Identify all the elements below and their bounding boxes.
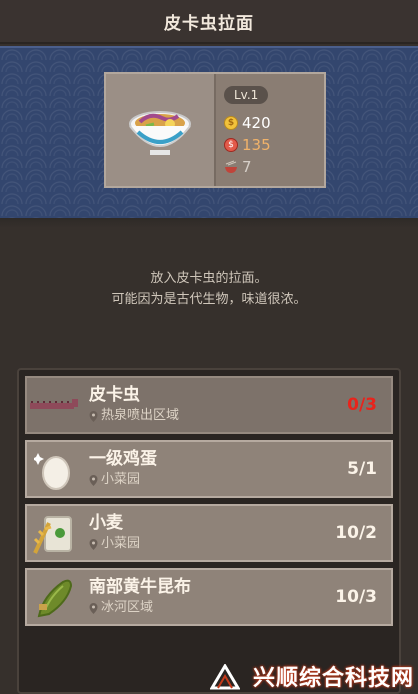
ingredient-name: 皮卡虫: [89, 385, 140, 405]
ingredient-name: 南部黄牛昆布: [89, 577, 191, 597]
watermark-text: 兴顺综合科技网: [252, 666, 414, 691]
ingredient-location: 小菜园: [89, 470, 321, 490]
ingredient-count: 10/2: [335, 523, 377, 543]
location-pin-icon: [89, 474, 98, 486]
time-value: 7: [242, 158, 252, 176]
ingredient-count: 0/3: [347, 395, 377, 415]
location-pin-icon: [89, 602, 98, 614]
kelp-icon: [27, 570, 81, 624]
gold-value: 420: [242, 114, 271, 132]
recipe-card: Lv.1 $ 420 $ 135 7: [104, 72, 326, 188]
location-pin-icon: [89, 410, 98, 422]
description-line-2: 可能因为是古代生物，味道很浓。: [111, 292, 307, 307]
recipe-stats: Lv.1 $ 420 $ 135 7: [216, 74, 324, 186]
egg-icon: [27, 442, 81, 496]
time-stat: 7: [224, 156, 324, 178]
worm-icon: [27, 378, 81, 432]
price-stat: $ 135: [224, 134, 324, 156]
wheat-bag-icon: [27, 506, 81, 560]
ingredient-location-text: 小菜园: [101, 472, 141, 487]
ingredient-location: 冰河区域: [89, 598, 321, 618]
ingredient-location: 热泉喷出区域: [89, 406, 321, 426]
ingredient-location: 小菜园: [89, 534, 321, 554]
level-badge: Lv.1: [224, 86, 269, 104]
ingredient-count: 10/3: [335, 587, 377, 607]
ingredient-name: 小麦: [89, 513, 123, 533]
ingredient-location-text: 小菜园: [101, 536, 141, 551]
location-pin-icon: [89, 538, 98, 550]
ingredient-name: 一级鸡蛋: [89, 449, 157, 469]
ingredient-row-wheat[interactable]: 小麦 小菜园 10/2: [25, 504, 393, 562]
page-title: 皮卡虫拉面: [164, 13, 254, 34]
ingredient-location-text: 热泉喷出区域: [101, 408, 180, 423]
recipe-description: 放入皮卡虫的拉面。 可能因为是古代生物，味道很浓。: [0, 268, 418, 310]
coin-icon: $: [224, 116, 238, 130]
ingredient-location-text: 冰河区域: [101, 600, 154, 615]
bowl-icon: [224, 160, 238, 174]
ingredient-row-pikachong[interactable]: 皮卡虫 热泉喷出区域 0/3: [25, 376, 393, 434]
description-line-1: 放入皮卡虫的拉面。: [150, 271, 268, 286]
ingredient-row-kelp[interactable]: 南部黄牛昆布 冰河区域 10/3: [25, 568, 393, 626]
ingredient-row-egg[interactable]: 一级鸡蛋 小菜园 5/1: [25, 440, 393, 498]
price-coin-icon: $: [224, 138, 238, 152]
price-value: 135: [242, 136, 271, 154]
top-bar: 皮卡虫拉面: [0, 0, 418, 44]
ingredients-panel: 皮卡虫 热泉喷出区域 0/3 一级鸡蛋 小菜园 5/1 小麦 小菜园 10/2 …: [17, 368, 401, 694]
ramen-bowl-icon: [106, 74, 216, 186]
watermark-logo-icon: [210, 664, 240, 690]
ingredient-count: 5/1: [347, 459, 377, 479]
gold-stat: $ 420: [224, 112, 324, 134]
